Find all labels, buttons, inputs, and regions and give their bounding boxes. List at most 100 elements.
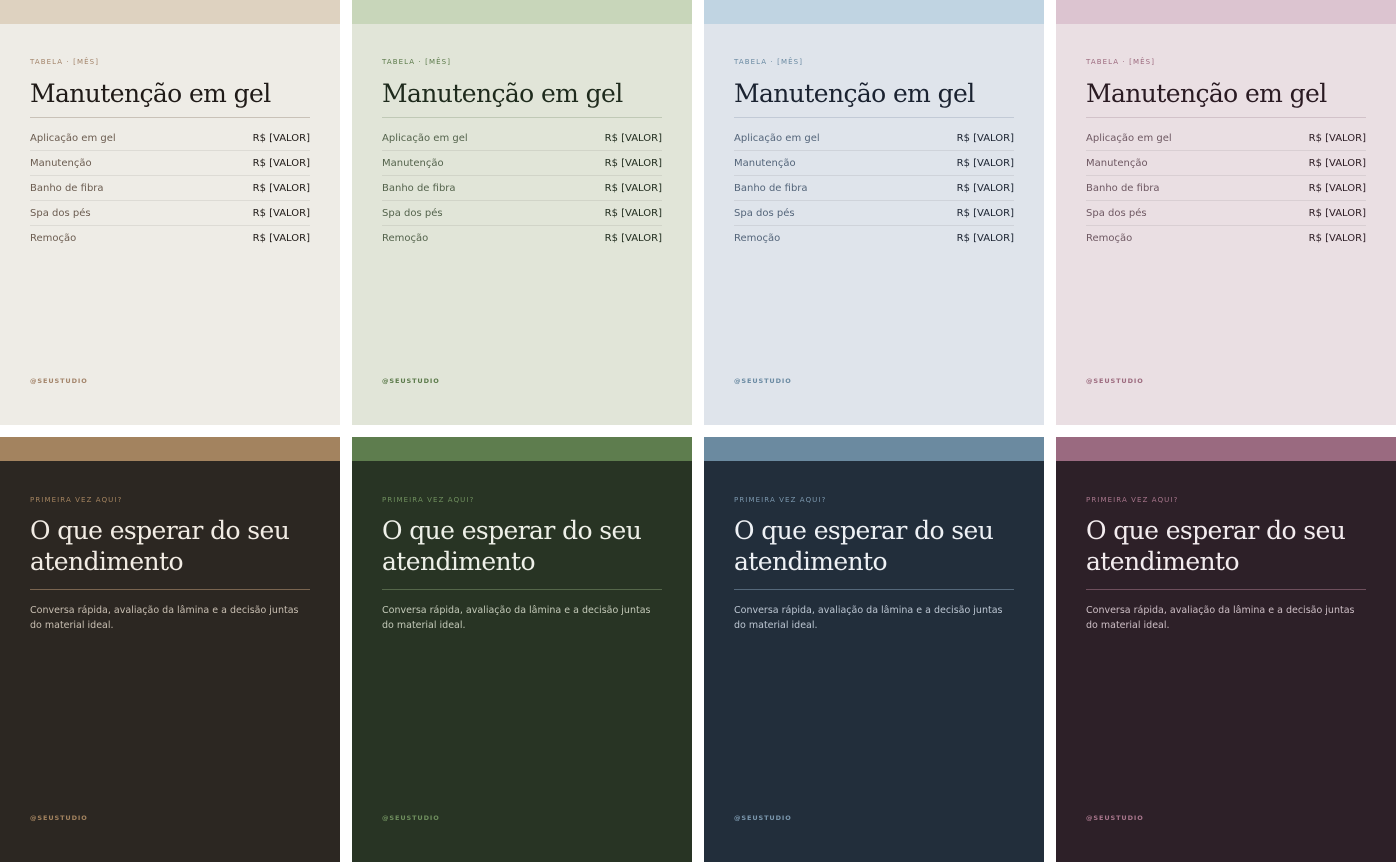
price-row: Aplicação em gel R$ [VALOR] xyxy=(734,126,1014,151)
card-description: Conversa rápida, avaliação da lâmina e a… xyxy=(30,605,299,631)
card-kicker: TABELA · [MÊS] xyxy=(1086,58,1156,66)
title-divider xyxy=(1086,117,1366,118)
title-divider xyxy=(1086,589,1366,590)
info-card-brown: PRIMEIRA VEZ AQUI? O que esperar do seu … xyxy=(0,437,340,862)
price-row: Manutenção R$ [VALOR] xyxy=(734,151,1014,176)
studio-handle: @SEUSTUDIO xyxy=(1086,377,1144,385)
price-row: Aplicação em gel R$ [VALOR] xyxy=(1086,126,1366,151)
service-price: R$ [VALOR] xyxy=(956,182,1014,194)
service-price: R$ [VALOR] xyxy=(1308,233,1366,244)
service-price: R$ [VALOR] xyxy=(604,157,662,169)
service-label: Aplicação em gel xyxy=(30,132,116,144)
price-card-green: TABELA · [MÊS] Manutenção em gel Aplicaç… xyxy=(352,0,692,425)
price-row: Banho de fibra R$ [VALOR] xyxy=(734,176,1014,201)
service-price: R$ [VALOR] xyxy=(956,233,1014,244)
price-row: Spa dos pés R$ [VALOR] xyxy=(1086,201,1366,226)
card-description: Conversa rápida, avaliação da lâmina e a… xyxy=(734,605,1003,631)
service-price: R$ [VALOR] xyxy=(604,182,662,194)
info-card-navy: PRIMEIRA VEZ AQUI? O que esperar do seu … xyxy=(704,437,1044,862)
price-list: Aplicação em gel R$ [VALOR] Manutenção R$ … xyxy=(734,126,1014,251)
service-label: Remoção xyxy=(734,233,781,244)
card-title: Manutenção em gel xyxy=(1086,79,1327,108)
title-divider xyxy=(30,117,310,118)
price-row: Banho de fibra R$ [VALOR] xyxy=(382,176,662,201)
card-title: O que esperar do seu atendimento xyxy=(30,516,290,576)
price-list: Aplicação em gel R$ [VALOR] Manutenção R$ … xyxy=(1086,126,1366,251)
service-price: R$ [VALOR] xyxy=(252,182,310,194)
service-label: Banho de fibra xyxy=(734,182,808,194)
service-price: R$ [VALOR] xyxy=(252,132,310,144)
price-card-beige: TABELA · [MÊS] Manutenção em gel Aplicaç… xyxy=(0,0,340,425)
price-row: Banho de fibra R$ [VALOR] xyxy=(1086,176,1366,201)
service-label: Manutenção xyxy=(1086,157,1148,169)
studio-handle: @SEUSTUDIO xyxy=(1086,814,1144,822)
price-row: Manutenção R$ [VALOR] xyxy=(382,151,662,176)
service-price: R$ [VALOR] xyxy=(1308,182,1366,194)
title-divider xyxy=(734,589,1014,590)
service-label: Spa dos pés xyxy=(30,207,91,219)
service-label: Aplicação em gel xyxy=(382,132,468,144)
card-title: Manutenção em gel xyxy=(734,79,975,108)
service-label: Remoção xyxy=(1086,233,1133,244)
price-row: Remoção R$ [VALOR] xyxy=(1086,226,1366,251)
service-price: R$ [VALOR] xyxy=(252,233,310,244)
card-title: O que esperar do seu atendimento xyxy=(1086,516,1346,576)
title-divider xyxy=(382,589,662,590)
title-divider xyxy=(30,589,310,590)
card-title: Manutenção em gel xyxy=(30,79,271,108)
service-price: R$ [VALOR] xyxy=(604,233,662,244)
service-label: Banho de fibra xyxy=(1086,182,1160,194)
price-row: Remoção R$ [VALOR] xyxy=(30,226,310,251)
service-price: R$ [VALOR] xyxy=(1308,157,1366,169)
service-price: R$ [VALOR] xyxy=(1308,207,1366,219)
card-kicker: TABELA · [MÊS] xyxy=(382,58,452,66)
title-divider xyxy=(382,117,662,118)
service-label: Spa dos pés xyxy=(1086,207,1147,219)
service-label: Aplicação em gel xyxy=(1086,132,1172,144)
info-card-green: PRIMEIRA VEZ AQUI? O que esperar do seu … xyxy=(352,437,692,862)
service-label: Spa dos pés xyxy=(382,207,443,219)
card-kicker: PRIMEIRA VEZ AQUI? xyxy=(382,496,475,504)
service-label: Banho de fibra xyxy=(30,182,104,194)
service-label: Remoção xyxy=(30,233,77,244)
price-row: Banho de fibra R$ [VALOR] xyxy=(30,176,310,201)
price-list: Aplicação em gel R$ [VALOR] Manutenção R$ … xyxy=(30,126,310,251)
card-title: Manutenção em gel xyxy=(382,79,623,108)
service-price: R$ [VALOR] xyxy=(956,132,1014,144)
price-row: Aplicação em gel R$ [VALOR] xyxy=(382,126,662,151)
studio-handle: @SEUSTUDIO xyxy=(382,814,440,822)
service-label: Spa dos pés xyxy=(734,207,795,219)
card-description: Conversa rápida, avaliação da lâmina e a… xyxy=(1086,605,1355,631)
service-label: Manutenção xyxy=(382,157,444,169)
service-price: R$ [VALOR] xyxy=(604,132,662,144)
title-divider xyxy=(734,117,1014,118)
service-label: Aplicação em gel xyxy=(734,132,820,144)
price-row: Manutenção R$ [VALOR] xyxy=(30,151,310,176)
price-row: Aplicação em gel R$ [VALOR] xyxy=(30,126,310,151)
service-price: R$ [VALOR] xyxy=(1308,132,1366,144)
info-card-plum: PRIMEIRA VEZ AQUI? O que esperar do seu … xyxy=(1056,437,1396,862)
price-row: Spa dos pés R$ [VALOR] xyxy=(382,201,662,226)
price-row: Spa dos pés R$ [VALOR] xyxy=(734,201,1014,226)
card-kicker: PRIMEIRA VEZ AQUI? xyxy=(1086,496,1179,504)
service-label: Manutenção xyxy=(30,157,92,169)
card-kicker: TABELA · [MÊS] xyxy=(734,58,804,66)
card-title: O que esperar do seu atendimento xyxy=(382,516,642,576)
card-kicker: TABELA · [MÊS] xyxy=(30,58,100,66)
studio-handle: @SEUSTUDIO xyxy=(382,377,440,385)
studio-handle: @SEUSTUDIO xyxy=(734,377,792,385)
service-label: Manutenção xyxy=(734,157,796,169)
service-price: R$ [VALOR] xyxy=(604,207,662,219)
card-description: Conversa rápida, avaliação da lâmina e a… xyxy=(382,605,651,631)
price-row: Remoção R$ [VALOR] xyxy=(734,226,1014,251)
card-kicker: PRIMEIRA VEZ AQUI? xyxy=(30,496,123,504)
price-card-blue: TABELA · [MÊS] Manutenção em gel Aplicaç… xyxy=(704,0,1044,425)
studio-handle: @SEUSTUDIO xyxy=(30,814,88,822)
card-title: O que esperar do seu atendimento xyxy=(734,516,994,576)
service-price: R$ [VALOR] xyxy=(252,207,310,219)
studio-handle: @SEUSTUDIO xyxy=(30,377,88,385)
service-label: Remoção xyxy=(382,233,429,244)
card-kicker: PRIMEIRA VEZ AQUI? xyxy=(734,496,827,504)
price-card-rose: TABELA · [MÊS] Manutenção em gel Aplicaç… xyxy=(1056,0,1396,425)
studio-handle: @SEUSTUDIO xyxy=(734,814,792,822)
